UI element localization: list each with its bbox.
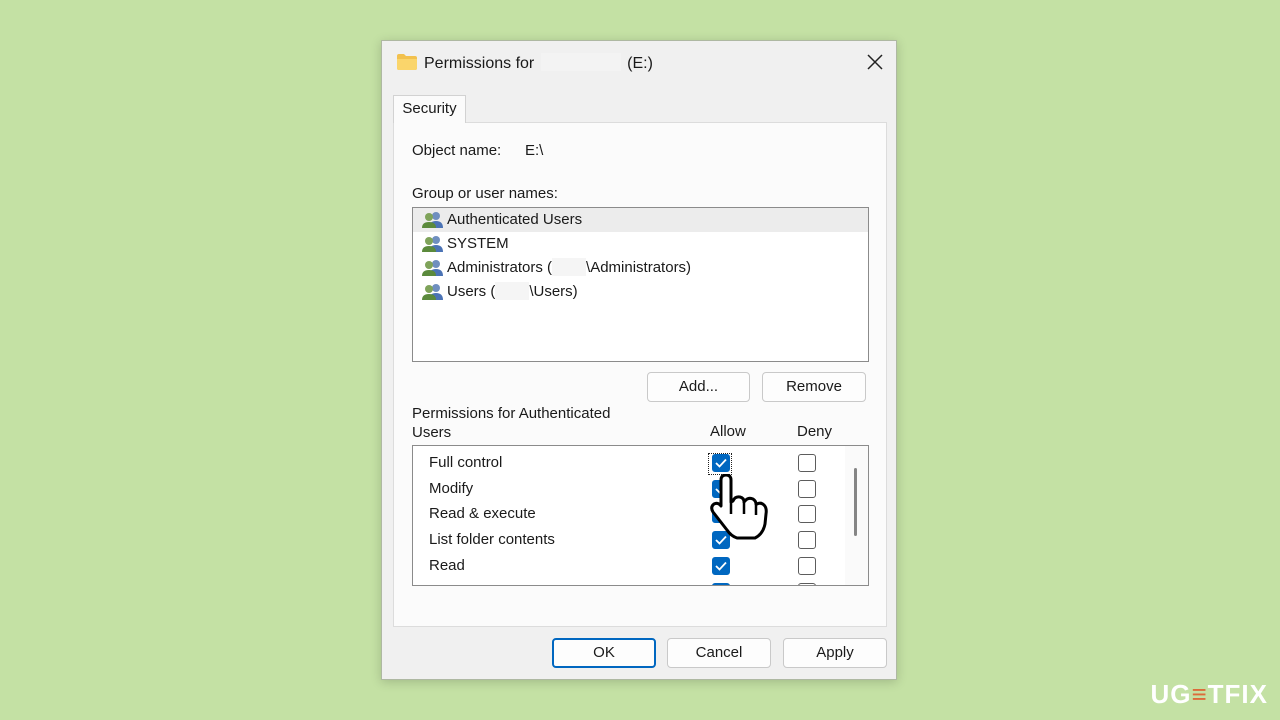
permission-name: Read & execute <box>429 505 536 523</box>
watermark-part2: ≡ <box>1191 679 1208 709</box>
deny-column-header: Deny <box>797 423 833 440</box>
user-list-item[interactable]: Authenticated Users <box>413 208 868 232</box>
permissions-scrollbar[interactable] <box>845 446 868 585</box>
hand-pointer-cursor-icon <box>709 473 771 547</box>
permission-name: List folder contents <box>429 531 555 549</box>
user-list[interactable]: Authenticated Users SYSTEM Administrators … <box>412 207 869 362</box>
cancel-button[interactable]: Cancel <box>667 638 771 668</box>
title-suffix: (E:) <box>627 55 653 72</box>
user-name: Users ( <box>447 283 496 300</box>
permissions-label: Permissions for Authenticated Users <box>412 404 610 442</box>
user-name: Authenticated Users <box>447 211 583 228</box>
folder-icon <box>396 53 418 76</box>
permission-row: Modify <box>413 476 843 502</box>
deny-checkbox[interactable] <box>798 505 816 524</box>
ok-button[interactable]: OK <box>552 638 656 668</box>
watermark-part1: UG <box>1150 679 1192 709</box>
user-name-suffix: \Users) <box>529 283 578 300</box>
permission-name: Full control <box>429 454 503 471</box>
allow-checkbox[interactable] <box>712 582 730 585</box>
permission-row: Read & execute <box>413 501 843 527</box>
permission-row: Read <box>413 553 843 579</box>
allow-column-header: Allow <box>710 423 746 440</box>
deny-checkbox[interactable] <box>798 556 816 575</box>
remove-button[interactable]: Remove <box>762 372 866 402</box>
permission-row: List folder contents <box>413 527 843 553</box>
apply-button[interactable]: Apply <box>783 638 887 668</box>
user-name-suffix: \Administrators) <box>586 259 692 276</box>
scrollbar-thumb[interactable] <box>854 468 857 536</box>
title-prefix: Permissions for <box>424 55 535 72</box>
title-bar: Permissions for (E:) <box>382 41 896 83</box>
permissions-label-line2: Users <box>412 424 452 441</box>
permission-name: Modify <box>429 479 474 497</box>
permission-row <box>413 579 843 585</box>
watermark-part3: TFIX <box>1207 679 1268 709</box>
deny-checkbox[interactable] <box>798 582 816 585</box>
user-list-item[interactable]: Administrators ( \Administrators) <box>413 256 868 280</box>
add-button[interactable]: Add... <box>647 372 750 402</box>
dialog-title: Permissions for (E:) <box>424 53 653 73</box>
allow-checkbox[interactable] <box>712 454 730 472</box>
object-name-value: E:\ <box>525 142 544 159</box>
watermark-logo: UG≡TFIX <box>1150 679 1268 710</box>
permissions-label-line1: Permissions for Authenticated <box>412 405 611 422</box>
redacted-domain <box>552 258 587 276</box>
user-list-item[interactable]: Users ( \Users) <box>413 280 868 304</box>
allow-checkbox[interactable] <box>712 556 730 575</box>
user-name: Administrators ( <box>447 259 553 276</box>
permissions-dialog: Permissions for (E:) Security Object nam… <box>381 40 897 680</box>
group-user-names-label: Group or user names: <box>412 185 558 202</box>
user-name: SYSTEM <box>447 235 509 252</box>
users-group-icon <box>421 283 445 309</box>
close-button[interactable] <box>860 47 890 77</box>
redacted-volume-name <box>540 53 621 71</box>
deny-checkbox[interactable] <box>798 531 816 550</box>
object-name-label: Object name: <box>412 142 502 159</box>
close-icon <box>867 54 883 70</box>
user-list-item[interactable]: SYSTEM <box>413 232 868 256</box>
permission-name: Read <box>429 556 465 574</box>
permissions-list: Full control Modify Read & execute List fol… <box>412 445 869 586</box>
deny-checkbox[interactable] <box>798 479 816 498</box>
deny-checkbox[interactable] <box>798 454 816 472</box>
redacted-domain <box>495 282 530 300</box>
permission-row: Full control <box>413 450 843 476</box>
tab-security[interactable]: Security <box>393 95 466 123</box>
